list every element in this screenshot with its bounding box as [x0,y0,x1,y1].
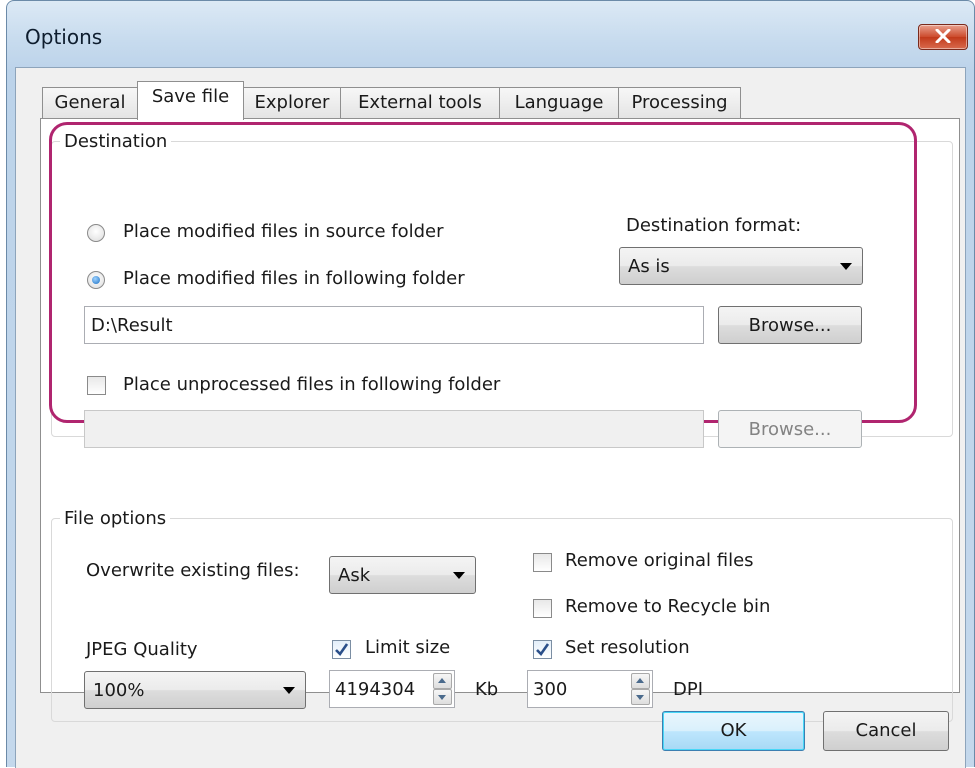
overwrite-select[interactable]: Ask [329,556,476,594]
spin-down-button[interactable] [433,689,452,705]
options-dialog: Options General Save file Explorer Exter… [6,0,975,768]
arrow-up-icon [636,678,644,683]
destination-format-value: As is [628,256,670,277]
radio-source-folder[interactable] [87,224,105,242]
chevron-down-icon [840,263,852,270]
resolution-unit: DPI [673,679,704,700]
checkmark-icon [536,643,550,657]
tab-explorer[interactable]: Explorer [243,87,341,119]
chevron-down-icon [283,687,295,694]
limit-size-spinner[interactable]: 4194304 [329,670,455,708]
tab-external-tools[interactable]: External tools [340,87,500,119]
browse-unprocessed-button[interactable]: Browse... [718,410,862,448]
resolution-value: 300 [533,679,568,700]
spin-up-button[interactable] [433,673,452,689]
recycle-checkbox[interactable] [533,599,552,618]
unprocessed-folder-input[interactable] [84,410,704,448]
tab-language[interactable]: Language [499,87,619,119]
destination-legend: Destination [64,131,168,152]
set-resolution-label: Set resolution [565,637,690,658]
limit-size-checkbox[interactable] [332,640,351,659]
window-title: Options [25,25,103,49]
unprocessed-label: Place unprocessed files in following fol… [123,374,501,395]
radio-source-folder-label: Place modified files in source folder [123,221,444,242]
arrow-up-icon [438,678,446,683]
title-bar[interactable]: Options [7,1,974,67]
close-icon [935,27,951,48]
arrow-down-icon [636,695,644,700]
spin-up-button[interactable] [631,673,650,689]
limit-size-spin-buttons [433,673,452,705]
jpeg-quality-select[interactable]: 100% [84,671,306,709]
spin-down-button[interactable] [631,689,650,705]
remove-original-checkbox[interactable] [533,553,552,572]
checkmark-icon [335,643,349,657]
resolution-spin-buttons [631,673,650,705]
jpeg-quality-label: JPEG Quality [86,639,198,660]
tab-general[interactable]: General [42,87,138,119]
limit-size-value: 4194304 [335,679,416,700]
remove-original-label: Remove original files [565,550,754,571]
destination-folder-input[interactable]: D:\Result [84,306,704,344]
ok-button[interactable]: OK [662,711,805,751]
radio-following-folder-label: Place modified files in following folder [123,268,465,289]
tab-save-file[interactable]: Save file [137,81,244,120]
file-options-legend: File options [64,508,167,529]
browse-button[interactable]: Browse... [718,306,862,344]
resolution-spinner[interactable]: 300 [527,670,653,708]
destination-format-label: Destination format: [626,215,802,236]
cancel-button[interactable]: Cancel [823,711,949,751]
overwrite-label: Overwrite existing files: [86,560,300,581]
destination-format-select[interactable]: As is [619,247,863,285]
arrow-down-icon [438,695,446,700]
close-button[interactable] [918,24,968,50]
set-resolution-checkbox[interactable] [533,640,552,659]
limit-size-label: Limit size [365,637,451,658]
radio-following-folder[interactable] [87,271,105,289]
dialog-body: General Save file Explorer External tool… [15,67,966,768]
limit-size-unit: Kb [475,679,499,700]
unprocessed-checkbox[interactable] [87,376,106,395]
save-file-page: Destination Place modified files in sour… [40,118,960,722]
recycle-label: Remove to Recycle bin [565,596,771,617]
tab-processing[interactable]: Processing [618,87,741,119]
chevron-down-icon [453,572,465,579]
